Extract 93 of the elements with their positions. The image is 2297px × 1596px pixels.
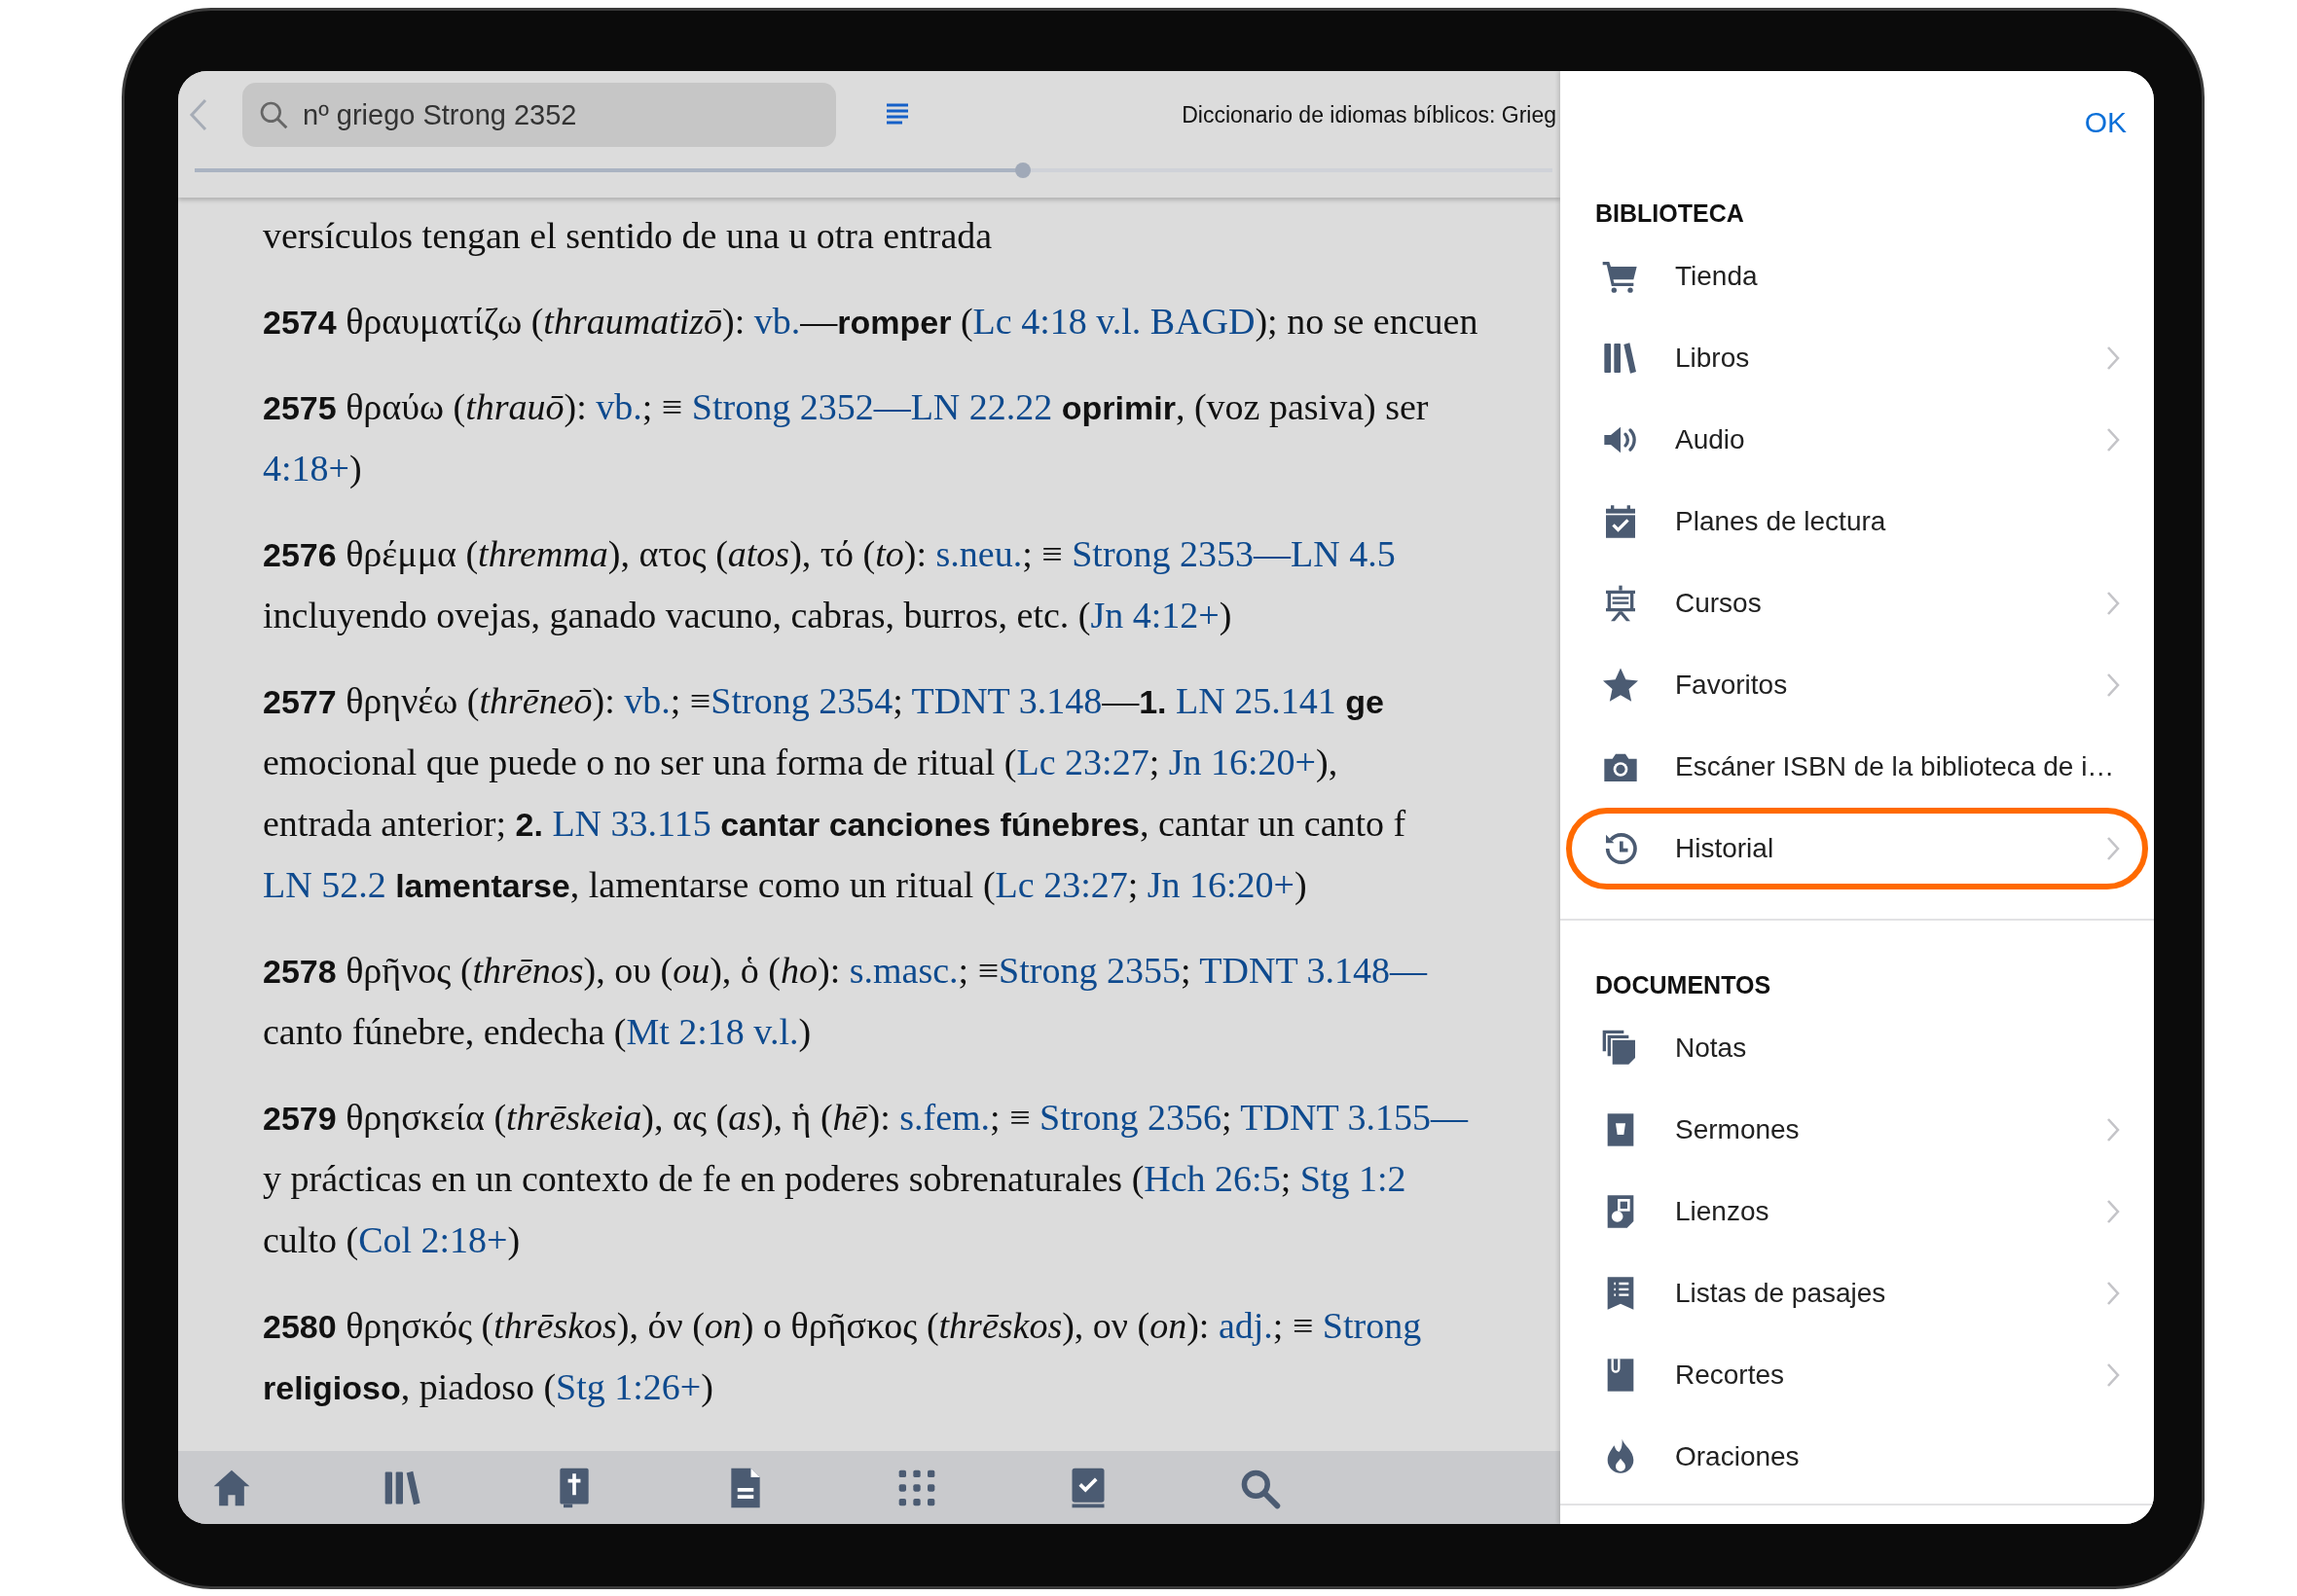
reference-link[interactable]: Lc 23:27 xyxy=(1016,742,1149,782)
reference-link[interactable]: Hch 26:5 xyxy=(1144,1158,1281,1199)
entry-text: ) xyxy=(349,448,362,489)
menu-item[interactable]: Recortes xyxy=(1566,1334,2148,1416)
menu-item[interactable]: Listas de pasajes xyxy=(1566,1252,2148,1334)
reference-link[interactable]: Strong xyxy=(1322,1305,1422,1346)
section-header: DOCUMENTOS xyxy=(1594,970,1772,1000)
entry-text: ), xyxy=(1316,742,1338,782)
entry-text: entrada anterior; 2. xyxy=(263,803,544,844)
search-icon xyxy=(258,99,289,130)
menu-item[interactable]: Escáner ISBN de la biblioteca de i… xyxy=(1566,726,2148,808)
reference-link[interactable]: s.masc. xyxy=(849,950,959,991)
entry-text: 2576 θρέμμα (thremma), ατος (atos), τό (to): xyxy=(263,533,929,574)
entry-text: 2575 θραύω (thrauō): xyxy=(263,386,588,427)
entry-text: ) xyxy=(1294,864,1307,905)
entry-text: ; xyxy=(1221,1097,1233,1138)
entry-text: ; ≡ xyxy=(958,950,1000,991)
menu-item[interactable]: Libros xyxy=(1566,317,2148,399)
menu-item[interactable]: Tienda xyxy=(1566,236,2148,317)
entry-text: ; xyxy=(893,680,904,721)
reference-link[interactable]: Stg 1:2 xyxy=(1299,1158,1406,1199)
entry-text: 2580 θρησκός (thrēskos), όν (on) o θρῆσκος (thrēskos), ον (on): xyxy=(263,1305,1211,1346)
reference-link[interactable]: Strong 2356 xyxy=(1039,1097,1221,1138)
entry-text: religioso, piadoso ( xyxy=(263,1366,557,1407)
entry-text: ; ≡ xyxy=(1022,533,1064,574)
entry-text: 2578 θρῆνος (thrēnos), ου (ou), ὁ (ho): xyxy=(263,950,842,991)
entry-text: 2577 θρηνέω (thrēneō): xyxy=(263,680,616,721)
reference-link[interactable]: LN 33.115 xyxy=(552,803,711,844)
menu-item[interactable]: Oraciones xyxy=(1566,1416,2148,1498)
menu-item[interactable]: Cursos xyxy=(1566,562,2148,644)
menu-item[interactable]: Sermones xyxy=(1566,1089,2148,1171)
reference-link[interactable]: Strong 2353—LN 4.5 xyxy=(1072,533,1396,574)
reference-link[interactable]: Jn 4:12+ xyxy=(1090,595,1220,635)
reference-link[interactable]: Stg 1:26+ xyxy=(556,1366,702,1407)
reference-link[interactable]: vb. xyxy=(753,301,801,342)
section-header: BIBLIOTECA xyxy=(1594,199,1745,229)
entry-text: —1. xyxy=(1102,680,1168,721)
search-field[interactable]: nº griego Strong 2352 xyxy=(242,83,836,147)
reference-link[interactable]: Lc 23:27 xyxy=(995,864,1128,905)
reference-link[interactable]: vb. xyxy=(596,386,642,427)
entry-text: ) xyxy=(1219,595,1232,635)
menu-item[interactable]: Audio xyxy=(1566,399,2148,481)
reference-link[interactable]: Mt 2:18 v.l. xyxy=(626,1011,799,1052)
reference-link[interactable]: TDNT 3.155— xyxy=(1240,1097,1468,1138)
menu-item[interactable]: Favoritos xyxy=(1566,644,2148,726)
outline-list-icon[interactable] xyxy=(885,102,910,127)
entry-text: ; xyxy=(1180,950,1192,991)
entry-text: ) xyxy=(701,1366,713,1407)
ok-button[interactable]: OK xyxy=(2084,106,2127,139)
entry-text: lamentarse, lamentarse como un ritual ( xyxy=(394,864,996,905)
book-title: Diccionario de idiomas bíblicos: Grieg xyxy=(1182,101,1557,128)
reference-link[interactable]: adj. xyxy=(1218,1305,1273,1346)
entry-text: ge xyxy=(1344,682,1384,721)
entry-text: ; ≡ xyxy=(990,1097,1032,1138)
entry-text: 2579 θρησκεία (thrēskeia), ας (as), ἡ (hē): xyxy=(263,1097,892,1138)
entry-text: culto ( xyxy=(263,1219,359,1260)
reference-link[interactable]: vb. xyxy=(624,680,671,721)
reference-link[interactable]: Strong 2355 xyxy=(999,950,1181,991)
menu-item[interactable]: Lienzos xyxy=(1566,1171,2148,1252)
menu-item[interactable]: Notas xyxy=(1566,1007,2148,1089)
entry-text: incluyendo ovejas, ganado vacuno, cabras, burros, etc. ( xyxy=(263,595,1091,635)
reference-link[interactable]: Strong 2352—LN 22.22 xyxy=(691,386,1053,427)
reference-link[interactable]: Col 2:18+ xyxy=(358,1219,508,1260)
entry-text: ) xyxy=(798,1011,812,1052)
reference-link[interactable]: TDNT 3.148 xyxy=(911,680,1103,721)
entry-text: versículos tengan el sentido de una u otra entrada xyxy=(263,215,993,256)
entry-text: canto fúnebre, endecha ( xyxy=(263,1011,627,1052)
entry-text: emocional que puede o no ser una forma de ritual ( xyxy=(263,742,1017,782)
menu-item[interactable]: Planes de lectura xyxy=(1566,481,2148,562)
entry-text: ; xyxy=(1127,864,1140,905)
entry-text: ; ≡ xyxy=(641,386,684,427)
reference-link[interactable]: LN 52.2 xyxy=(263,864,386,905)
reference-link[interactable]: Jn 16:20+ xyxy=(1147,864,1295,905)
entry-text: —romper ( xyxy=(800,301,973,342)
entry-text: y prácticas en un contexto de fe en poderes sobrenaturales ( xyxy=(263,1158,1145,1199)
entry-text: oprimir, (voz pasiva) ser xyxy=(1060,386,1429,427)
menu-item[interactable]: Historial xyxy=(1566,808,2148,889)
entry-text: cantar canciones fúnebres, cantar un canto f xyxy=(719,803,1406,844)
entry-text: ; ≡ xyxy=(670,680,711,721)
reference-link[interactable]: LN 25.141 xyxy=(1176,680,1336,721)
entry-text: ); no se encuen xyxy=(1255,301,1478,342)
reference-link[interactable]: 4:18+ xyxy=(263,448,349,489)
entry-text: ; ≡ xyxy=(1272,1305,1315,1346)
entry-text: ) xyxy=(507,1219,521,1260)
entry-text: ; xyxy=(1280,1158,1293,1199)
entry-text: ; xyxy=(1148,742,1161,782)
reference-link[interactable]: TDNT 3.148— xyxy=(1199,950,1427,991)
reference-link[interactable]: s.neu. xyxy=(935,533,1023,574)
entry-text: 2574 θραυματίζω (thraumatizō): xyxy=(263,301,747,342)
reference-link[interactable]: Strong 2354 xyxy=(711,680,893,721)
reference-link[interactable]: Lc 4:18 v.l. BAGD xyxy=(972,301,1256,342)
reference-link[interactable]: Jn 16:20+ xyxy=(1168,742,1316,782)
reference-link[interactable]: s.fem. xyxy=(899,1097,991,1138)
